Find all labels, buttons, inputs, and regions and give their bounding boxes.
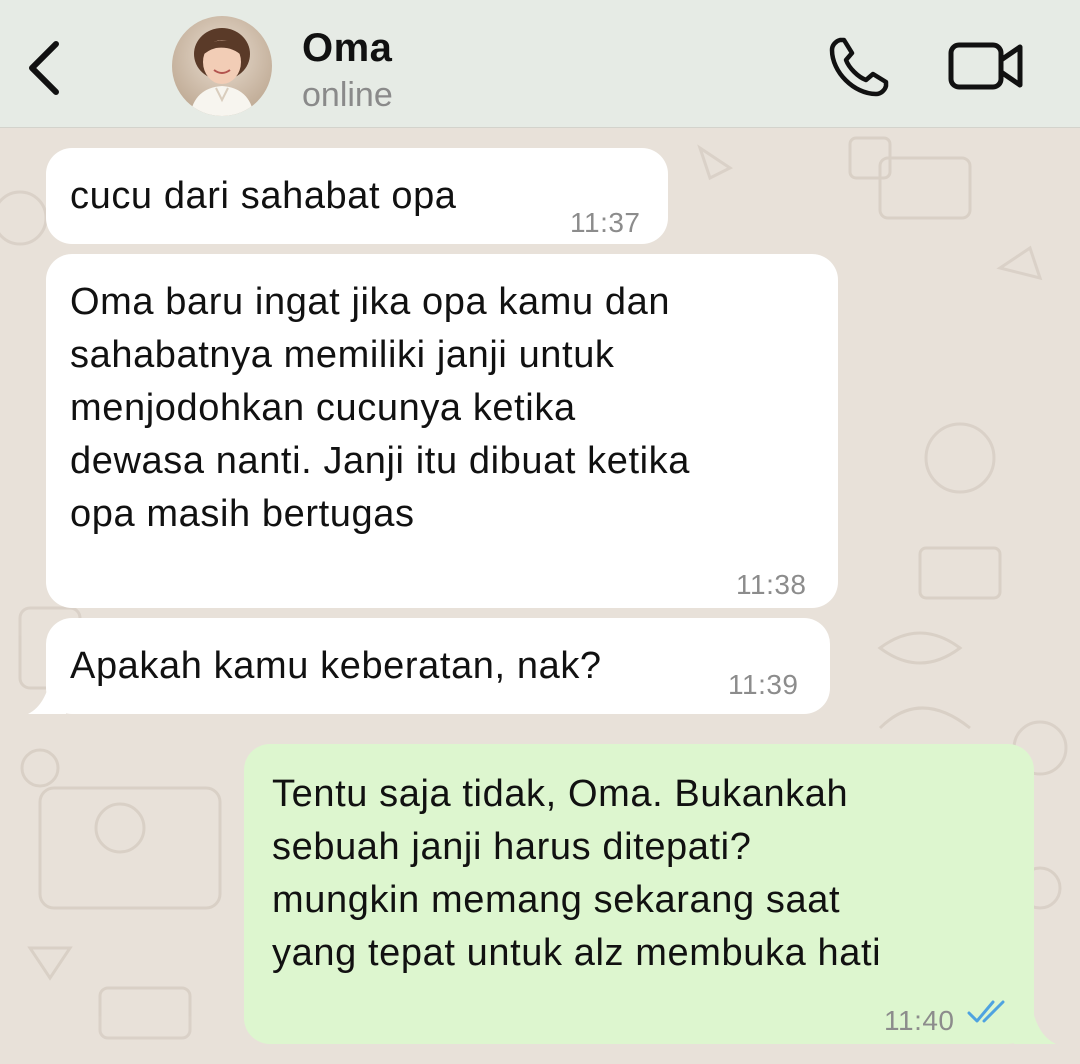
message-bubble-incoming[interactable]: Apakah kamu keberatan, nak? 11:39 — [46, 618, 830, 714]
message-time: 11:40 — [884, 1005, 955, 1036]
video-camera-icon — [948, 42, 1023, 90]
message-time: 11:37 — [570, 207, 641, 238]
message-bubble-incoming[interactable]: Oma baru ingat jika opa kamu dan sahabat… — [46, 254, 838, 608]
message-text: mungkin memang sekarang saat — [272, 879, 841, 921]
voice-call-button[interactable] — [826, 34, 892, 100]
message-text: Apakah kamu keberatan, nak? — [70, 645, 602, 687]
message-text: menjodohkan cucunya ketika — [70, 387, 576, 429]
double-check-read-icon — [967, 1000, 1005, 1023]
contact-name[interactable]: Oma — [302, 26, 392, 71]
message-text: dewasa nanti. Janji itu dibuat ketika — [70, 440, 691, 482]
contact-status: online — [302, 76, 393, 114]
phone-icon — [829, 37, 889, 97]
back-button[interactable] — [20, 30, 70, 100]
message-text: Oma baru ingat jika opa kamu dan — [70, 281, 671, 323]
message-text: sebuah janji harus ditepati? — [272, 826, 752, 868]
message-bubble-outgoing[interactable]: Tentu saja tidak, Oma. Bukankah sebuah j… — [244, 744, 1034, 1044]
message-time: 11:39 — [728, 669, 799, 700]
chat-area[interactable]: cucu dari sahabat opa 11:37 Oma baru ing… — [0, 128, 1080, 1064]
message-time: 11:38 — [736, 569, 807, 600]
message-bubble-incoming[interactable]: cucu dari sahabat opa 11:37 — [46, 148, 668, 244]
chat-header: Oma online — [0, 0, 1080, 128]
video-call-button[interactable] — [946, 38, 1026, 94]
message-text: sahabatnya memiliki janji untuk — [70, 334, 615, 376]
avatar[interactable] — [172, 16, 272, 116]
message-text: yang tepat untuk alz membuka hati — [272, 932, 882, 974]
message-text: cucu dari sahabat opa — [70, 175, 457, 217]
message-text: opa masih bertugas — [70, 493, 415, 535]
chevron-left-icon — [29, 41, 59, 95]
message-text: Tentu saja tidak, Oma. Bukankah — [272, 773, 849, 815]
